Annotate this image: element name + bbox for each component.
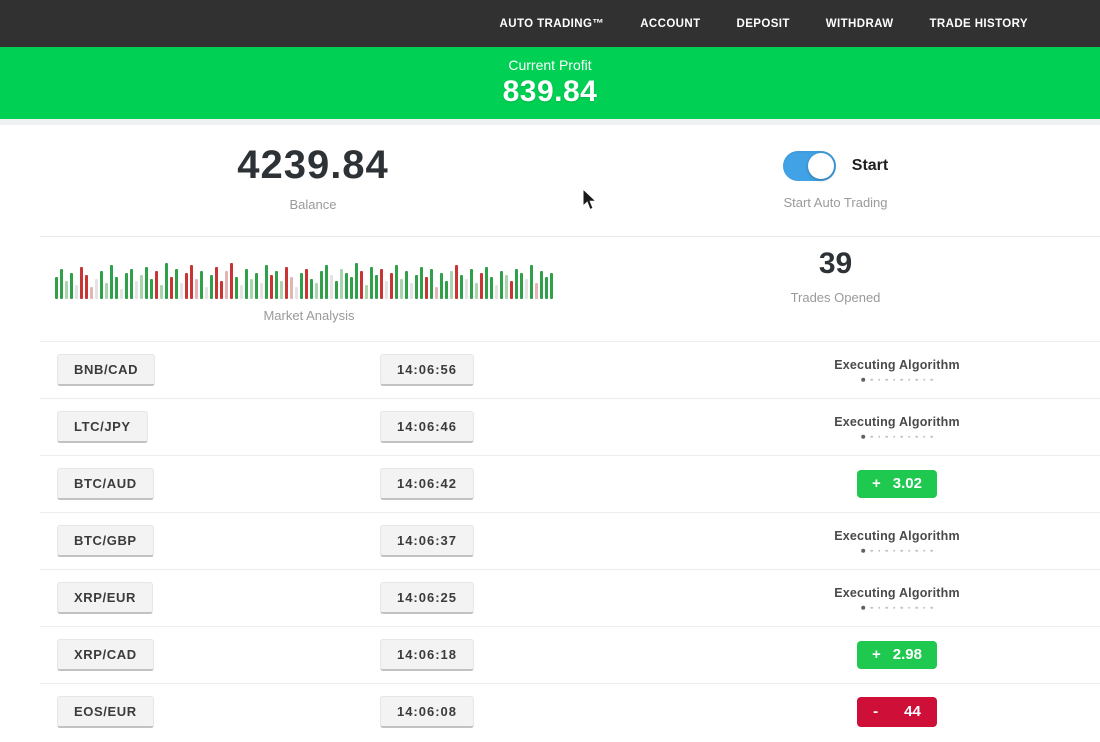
trade-row: LTC/JPY 14:06:46 Executing Algorithm <box>0 398 1100 455</box>
nav-deposit[interactable]: DEPOSIT <box>737 18 790 30</box>
trades-opened-value: 39 <box>748 247 923 281</box>
mouse-cursor-icon <box>582 188 599 212</box>
balance-value: 4239.84 <box>168 143 458 188</box>
time-chip: 14:06:42 <box>380 468 474 500</box>
pair-chip: EOS/EUR <box>57 696 154 728</box>
auto-trading-page: AUTO TRADING™ ACCOUNT DEPOSIT WITHDRAW T… <box>0 0 1100 742</box>
result-value: 3.02 <box>893 475 922 492</box>
pair-chip: BTC/AUD <box>57 468 154 500</box>
toggle-caption: Start Auto Trading <box>748 195 923 210</box>
market-analysis-label: Market Analysis <box>55 308 563 323</box>
pair-chip: BTC/GBP <box>57 525 154 557</box>
progress-dots <box>834 605 960 610</box>
market-analysis-bars <box>55 253 563 299</box>
toggle-knob <box>808 153 834 179</box>
trade-row: EOS/EUR 14:06:08 - 44 <box>0 683 1100 740</box>
current-profit-label: Current Profit <box>0 57 1100 73</box>
current-profit-banner: Current Profit 839.84 <box>0 47 1100 119</box>
result-sign: - <box>873 703 878 720</box>
trade-row: BTC/AUD 14:06:42 + 3.02 <box>0 455 1100 512</box>
time-chip: 14:06:56 <box>380 354 474 386</box>
trade-status: + 2.98 <box>857 641 937 669</box>
top-navbar: AUTO TRADING™ ACCOUNT DEPOSIT WITHDRAW T… <box>0 0 1100 47</box>
result-sign: + <box>872 646 881 663</box>
toggle-start-label: Start <box>852 157 888 175</box>
trade-status: - 44 <box>857 697 937 727</box>
profit-badge: + 3.02 <box>857 470 937 498</box>
executing-algorithm-label: Executing Algorithm <box>834 528 960 542</box>
trade-status: Executing Algorithm <box>834 528 960 553</box>
result-value: 2.98 <box>893 646 922 663</box>
trade-status: + 3.02 <box>857 470 937 498</box>
nav-auto-trading[interactable]: AUTO TRADING™ <box>500 18 605 30</box>
nav-withdraw[interactable]: WITHDRAW <box>826 18 894 30</box>
balance-label: Balance <box>168 197 458 212</box>
executing-algorithm-label: Executing Algorithm <box>834 585 960 599</box>
trade-status: Executing Algorithm <box>834 357 960 382</box>
market-analysis-section: Market Analysis 39 Trades Opened <box>0 237 1100 341</box>
current-profit-value: 839.84 <box>0 75 1100 109</box>
loss-badge: - 44 <box>857 697 937 727</box>
trade-row: BTC/GBP 14:06:37 Executing Algorithm <box>0 512 1100 569</box>
progress-dots <box>834 548 960 553</box>
progress-dots <box>834 377 960 382</box>
executing-algorithm-label: Executing Algorithm <box>834 357 960 371</box>
trade-row: XRP/EUR 14:06:25 Executing Algorithm <box>0 569 1100 626</box>
nav-trade-history[interactable]: TRADE HISTORY <box>930 18 1029 30</box>
time-chip: 14:06:08 <box>380 696 474 728</box>
result-value: 44 <box>904 703 921 720</box>
pair-chip: XRP/CAD <box>57 639 154 671</box>
trade-status: Executing Algorithm <box>834 585 960 610</box>
executing-algorithm-label: Executing Algorithm <box>834 414 960 428</box>
time-chip: 14:06:37 <box>380 525 474 557</box>
auto-trading-toggle-block: Start Start Auto Trading <box>748 151 923 210</box>
time-chip: 14:06:46 <box>380 411 474 443</box>
nav-account[interactable]: ACCOUNT <box>640 18 700 30</box>
balance-section: 4239.84 Balance Start Start Auto Trading <box>0 125 1100 236</box>
pair-chip: BNB/CAD <box>57 354 155 386</box>
pair-chip: LTC/JPY <box>57 411 148 443</box>
trade-status: Executing Algorithm <box>834 414 960 439</box>
pair-chip: XRP/EUR <box>57 582 153 614</box>
auto-trading-toggle[interactable] <box>783 151 836 181</box>
time-chip: 14:06:25 <box>380 582 474 614</box>
result-sign: + <box>872 475 881 492</box>
progress-dots <box>834 434 960 439</box>
trade-row: XRP/CAD 14:06:18 + 2.98 <box>0 626 1100 683</box>
trades-list: BNB/CAD 14:06:56 Executing Algorithm LTC… <box>0 341 1100 740</box>
trades-opened-label: Trades Opened <box>748 290 923 305</box>
profit-badge: + 2.98 <box>857 641 937 669</box>
trade-row: BNB/CAD 14:06:56 Executing Algorithm <box>0 341 1100 398</box>
trades-opened-block: 39 Trades Opened <box>748 247 923 305</box>
balance-block: 4239.84 Balance <box>168 143 458 212</box>
market-analysis-block: Market Analysis <box>55 253 563 323</box>
time-chip: 14:06:18 <box>380 639 474 671</box>
